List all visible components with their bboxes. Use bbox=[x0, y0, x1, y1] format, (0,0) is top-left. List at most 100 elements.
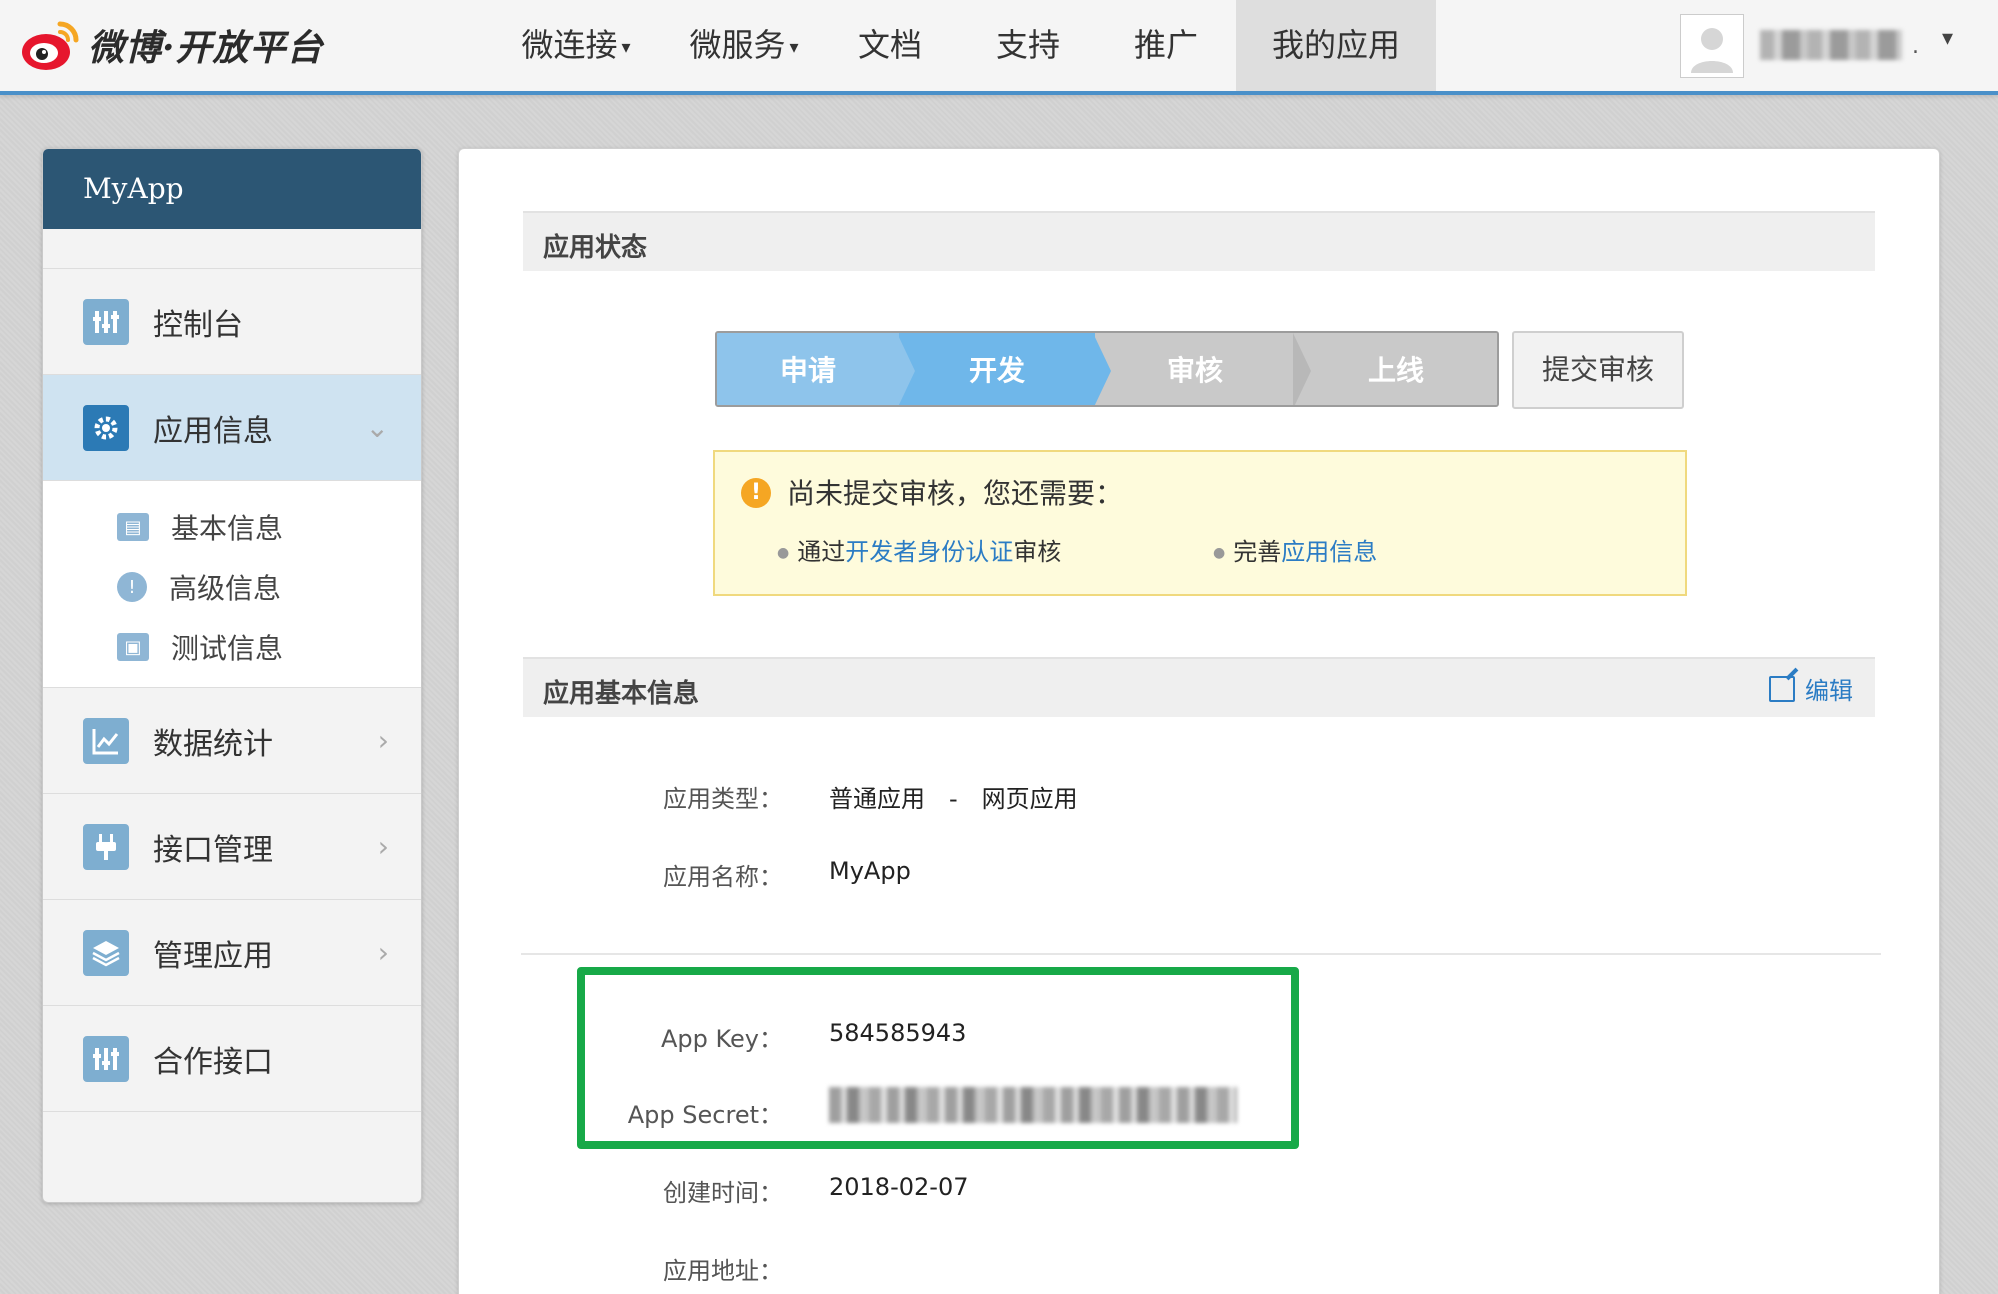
step-apply: 申请 bbox=[717, 333, 899, 405]
sidebar-spacer bbox=[43, 229, 421, 269]
sidebar-item-manage-app[interactable]: 管理应用 › bbox=[43, 900, 421, 1006]
sidebar-subitem-basic-info[interactable]: ▤ 基本信息 bbox=[43, 497, 421, 557]
sidebar-item-label: 控制台 bbox=[153, 307, 243, 343]
sidebar-item-label: 应用信息 bbox=[153, 413, 273, 449]
chevron-right-icon: › bbox=[377, 830, 389, 863]
sidebar: MyApp 控制台 应用信息 ⌄ ▤ 基本信息 ! 高级信息 ▣ 测试信息 数据… bbox=[42, 148, 422, 1203]
user-name-dot: . bbox=[1912, 34, 1919, 59]
sidebar-subitem-label: 高级信息 bbox=[169, 572, 282, 605]
app-key-value: 584585943 bbox=[829, 1019, 967, 1047]
plug-icon bbox=[83, 823, 129, 870]
chart-icon bbox=[83, 717, 129, 764]
sidebar-item-label: 接口管理 bbox=[153, 832, 273, 868]
logo-text: 微博·开放平台 bbox=[88, 27, 324, 69]
edit-icon bbox=[1769, 675, 1795, 702]
notice-text: 通过 bbox=[797, 538, 846, 566]
sidebar-item-api-management[interactable]: 接口管理 › bbox=[43, 794, 421, 900]
created-time-value: 2018-02-07 bbox=[829, 1173, 969, 1201]
sidebar-subitem-label: 基本信息 bbox=[171, 512, 284, 545]
step-label: 审核 bbox=[1166, 354, 1223, 387]
notice-text: 完善 bbox=[1233, 538, 1282, 566]
nav-docs[interactable]: 文档 bbox=[850, 0, 930, 91]
step-chevron bbox=[1093, 333, 1111, 405]
notice-title: 尚未提交审核，您还需要： bbox=[787, 477, 1124, 510]
app-secret-redacted bbox=[829, 1087, 1237, 1123]
bullet-icon: ● bbox=[777, 545, 790, 561]
review-notice: ! 尚未提交审核，您还需要： ● 通过开发者身份认证审核 ● 完善应用信息 bbox=[713, 450, 1687, 596]
nav-my-apps[interactable]: 我的应用 bbox=[1236, 0, 1436, 91]
top-navbar: 微博·开放平台 微连接 ▾ 微服务 ▾ 文档 支持 推广 我的应用 . ▾ bbox=[0, 0, 1998, 95]
status-progress: 申请 开发 审核 上线 bbox=[715, 331, 1499, 407]
sidebar-subitem-test-info[interactable]: ▣ 测试信息 bbox=[43, 617, 421, 677]
step-chevron bbox=[897, 333, 915, 405]
nav-label: 支持 bbox=[995, 26, 1060, 64]
chevron-right-icon: › bbox=[377, 936, 389, 969]
caret-down-icon: ▾ bbox=[789, 36, 799, 58]
chevron-right-icon: › bbox=[377, 724, 389, 757]
edit-button[interactable]: 编辑 bbox=[1769, 671, 1853, 706]
main-panel: 应用状态 申请 开发 审核 上线 提交审核 ! 尚未提交审核，您还需要： ● 通过… bbox=[458, 148, 1940, 1294]
step-label: 上线 bbox=[1367, 354, 1424, 387]
submit-review-button[interactable]: 提交审核 bbox=[1512, 331, 1684, 409]
section-basic-info-header: 应用基本信息 编辑 bbox=[523, 657, 1875, 717]
gear-icon bbox=[83, 404, 129, 451]
created-time-label: 创建时间： bbox=[663, 1179, 783, 1207]
nav-label: 文档 bbox=[857, 26, 922, 64]
weibo-eye-icon bbox=[20, 16, 80, 74]
bullet-icon: ● bbox=[1213, 545, 1226, 561]
nav-weifuwu[interactable]: 微服务 ▾ bbox=[680, 0, 808, 91]
app-url-label: 应用地址： bbox=[663, 1257, 783, 1285]
section-app-status-header: 应用状态 bbox=[523, 211, 1875, 271]
step-label: 开发 bbox=[968, 354, 1025, 387]
sidebar-item-console[interactable]: 控制台 bbox=[43, 269, 421, 375]
card-icon: ▤ bbox=[117, 513, 149, 541]
sidebar-item-partner-api[interactable]: 合作接口 bbox=[43, 1006, 421, 1112]
sidebar-subitem-label: 测试信息 bbox=[171, 632, 284, 665]
nav-label: 推广 bbox=[1133, 26, 1198, 64]
user-silhouette-icon bbox=[1681, 15, 1743, 77]
sidebar-submenu: ▤ 基本信息 ! 高级信息 ▣ 测试信息 bbox=[43, 481, 421, 688]
app-secret-label: App Secret： bbox=[627, 1101, 783, 1129]
app-type-label: 应用类型： bbox=[663, 785, 783, 813]
avatar[interactable] bbox=[1680, 14, 1744, 78]
edit-label: 编辑 bbox=[1805, 677, 1853, 705]
step-chevron bbox=[1293, 333, 1311, 405]
app-name-value: MyApp bbox=[829, 857, 911, 885]
step-develop: 开发 bbox=[899, 333, 1095, 405]
sidebar-item-statistics[interactable]: 数据统计 › bbox=[43, 688, 421, 794]
nav-weilianjie[interactable]: 微连接 ▾ bbox=[512, 0, 640, 91]
dashboard-icon bbox=[83, 298, 129, 345]
step-label: 申请 bbox=[779, 354, 836, 387]
image-icon: ▣ bbox=[117, 633, 149, 661]
chevron-down-icon: ⌄ bbox=[365, 411, 389, 444]
section-title: 应用状态 bbox=[543, 233, 648, 263]
caret-down-icon: ▾ bbox=[621, 36, 631, 58]
divider bbox=[521, 953, 1881, 955]
notice-item-verify: ● 通过开发者身份认证审核 bbox=[777, 532, 1061, 567]
sidebar-app-name: MyApp bbox=[43, 149, 421, 229]
warning-icon: ! bbox=[741, 478, 771, 508]
nav-support[interactable]: 支持 bbox=[988, 0, 1068, 91]
sidebar-item-label: 管理应用 bbox=[153, 938, 273, 974]
section-title: 应用基本信息 bbox=[543, 679, 700, 709]
weibo-logo[interactable]: 微博·开放平台 bbox=[20, 14, 324, 76]
app-type-value: 普通应用 - 网页应用 bbox=[829, 785, 1078, 813]
nav-label: 微连接 bbox=[521, 26, 618, 64]
notice-text: 审核 bbox=[1013, 538, 1062, 566]
sidebar-item-label: 数据统计 bbox=[153, 726, 273, 762]
nav-promote[interactable]: 推广 bbox=[1126, 0, 1206, 91]
app-key-label: App Key： bbox=[660, 1025, 783, 1053]
info-icon: ! bbox=[117, 572, 147, 602]
app-name-label: 应用名称： bbox=[663, 863, 783, 891]
layers-icon bbox=[83, 929, 129, 976]
step-review: 审核 bbox=[1095, 333, 1295, 405]
sidebar-subitem-advanced-info[interactable]: ! 高级信息 bbox=[43, 557, 421, 617]
user-name-redacted[interactable] bbox=[1760, 30, 1902, 60]
nav-label: 微服务 bbox=[689, 26, 786, 64]
developer-verification-link[interactable]: 开发者身份认证 bbox=[845, 538, 1013, 566]
notice-item-complete-info: ● 完善应用信息 bbox=[1213, 532, 1377, 567]
sidebar-item-app-info[interactable]: 应用信息 ⌄ bbox=[43, 375, 421, 481]
sidebar-item-label: 合作接口 bbox=[153, 1044, 273, 1080]
app-info-link[interactable]: 应用信息 bbox=[1281, 538, 1377, 566]
user-menu-caret-icon[interactable]: ▾ bbox=[1942, 26, 1953, 51]
